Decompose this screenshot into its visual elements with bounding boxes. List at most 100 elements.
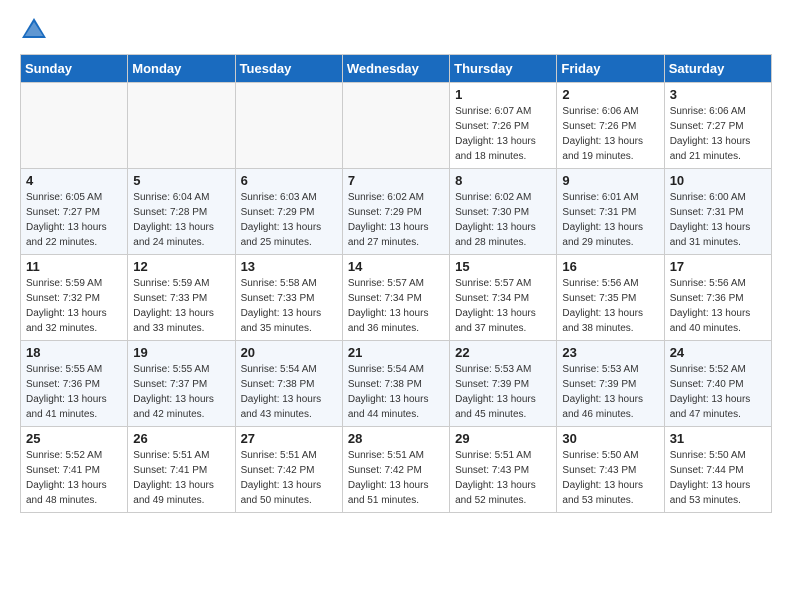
- header-day-wednesday: Wednesday: [342, 55, 449, 83]
- day-info: Sunrise: 5:51 AMSunset: 7:42 PMDaylight:…: [241, 448, 337, 508]
- calendar-cell: 16 Sunrise: 5:56 AMSunset: 7:35 PMDayligh…: [557, 255, 664, 341]
- calendar-cell: 6 Sunrise: 6:03 AMSunset: 7:29 PMDaylight…: [235, 169, 342, 255]
- day-info: Sunrise: 5:52 AMSunset: 7:40 PMDaylight:…: [670, 362, 766, 422]
- calendar-cell: 8Sunrise: 6:02 AMSunset: 7:30 PMDaylight…: [450, 169, 557, 255]
- calendar-cell: 24 Sunrise: 5:52 AMSunset: 7:40 PMDayligh…: [664, 341, 771, 427]
- calendar-cell: 22Sunrise: 5:53 AMSunset: 7:39 PMDayligh…: [450, 341, 557, 427]
- day-info: Sunrise: 5:54 AMSunset: 7:38 PMDaylight:…: [348, 362, 444, 422]
- day-number: 7: [348, 173, 444, 188]
- calendar-cell: [21, 83, 128, 169]
- calendar-cell: 31Sunrise: 5:50 AMSunset: 7:44 PMDayligh…: [664, 427, 771, 513]
- day-info: Sunrise: 5:51 AMSunset: 7:43 PMDaylight:…: [455, 448, 551, 508]
- calendar-cell: 25 Sunrise: 5:52 AMSunset: 7:41 PMDayligh…: [21, 427, 128, 513]
- day-number: 30: [562, 431, 658, 446]
- calendar-cell: 2 Sunrise: 6:06 AMSunset: 7:26 PMDaylight…: [557, 83, 664, 169]
- day-number: 12: [133, 259, 229, 274]
- calendar-cell: 1 Sunrise: 6:07 AMSunset: 7:26 PMDaylight…: [450, 83, 557, 169]
- day-info: Sunrise: 5:57 AMSunset: 7:34 PMDaylight:…: [455, 276, 551, 336]
- day-info: Sunrise: 6:02 AMSunset: 7:30 PMDaylight:…: [455, 190, 551, 250]
- day-info: Sunrise: 6:00 AMSunset: 7:31 PMDaylight:…: [670, 190, 766, 250]
- day-number: 28: [348, 431, 444, 446]
- day-number: 24: [670, 345, 766, 360]
- day-info: Sunrise: 6:02 AMSunset: 7:29 PMDaylight:…: [348, 190, 444, 250]
- day-info: Sunrise: 6:06 AMSunset: 7:26 PMDaylight:…: [562, 104, 658, 164]
- calendar-cell: 30 Sunrise: 5:50 AMSunset: 7:43 PMDayligh…: [557, 427, 664, 513]
- calendar-cell: [128, 83, 235, 169]
- header-row: SundayMondayTuesdayWednesdayThursdayFrid…: [21, 55, 772, 83]
- calendar-cell: 13Sunrise: 5:58 AMSunset: 7:33 PMDayligh…: [235, 255, 342, 341]
- week-row-4: 18 Sunrise: 5:55 AMSunset: 7:36 PMDayligh…: [21, 341, 772, 427]
- logo: [20, 16, 52, 44]
- calendar-cell: 9 Sunrise: 6:01 AMSunset: 7:31 PMDaylight…: [557, 169, 664, 255]
- day-number: 11: [26, 259, 122, 274]
- day-info: Sunrise: 5:55 AMSunset: 7:37 PMDaylight:…: [133, 362, 229, 422]
- calendar-cell: 7 Sunrise: 6:02 AMSunset: 7:29 PMDaylight…: [342, 169, 449, 255]
- day-info: Sunrise: 5:53 AMSunset: 7:39 PMDaylight:…: [562, 362, 658, 422]
- header-day-friday: Friday: [557, 55, 664, 83]
- day-number: 16: [562, 259, 658, 274]
- calendar-table: SundayMondayTuesdayWednesdayThursdayFrid…: [20, 54, 772, 513]
- day-info: Sunrise: 6:04 AMSunset: 7:28 PMDaylight:…: [133, 190, 229, 250]
- calendar-cell: 19 Sunrise: 5:55 AMSunset: 7:37 PMDayligh…: [128, 341, 235, 427]
- day-number: 2: [562, 87, 658, 102]
- calendar-cell: 14 Sunrise: 5:57 AMSunset: 7:34 PMDayligh…: [342, 255, 449, 341]
- calendar-cell: [342, 83, 449, 169]
- day-number: 29: [455, 431, 551, 446]
- header: [20, 16, 772, 44]
- week-row-2: 4 Sunrise: 6:05 AMSunset: 7:27 PMDaylight…: [21, 169, 772, 255]
- calendar-cell: 4 Sunrise: 6:05 AMSunset: 7:27 PMDaylight…: [21, 169, 128, 255]
- day-number: 26: [133, 431, 229, 446]
- calendar-cell: 15Sunrise: 5:57 AMSunset: 7:34 PMDayligh…: [450, 255, 557, 341]
- calendar-cell: 3Sunrise: 6:06 AMSunset: 7:27 PMDaylight…: [664, 83, 771, 169]
- day-info: Sunrise: 5:51 AMSunset: 7:42 PMDaylight:…: [348, 448, 444, 508]
- calendar-cell: 18 Sunrise: 5:55 AMSunset: 7:36 PMDayligh…: [21, 341, 128, 427]
- calendar-cell: 29 Sunrise: 5:51 AMSunset: 7:43 PMDayligh…: [450, 427, 557, 513]
- day-info: Sunrise: 5:56 AMSunset: 7:36 PMDaylight:…: [670, 276, 766, 336]
- day-number: 19: [133, 345, 229, 360]
- day-number: 20: [241, 345, 337, 360]
- header-day-monday: Monday: [128, 55, 235, 83]
- day-number: 14: [348, 259, 444, 274]
- page: SundayMondayTuesdayWednesdayThursdayFrid…: [0, 0, 792, 533]
- day-number: 18: [26, 345, 122, 360]
- day-number: 9: [562, 173, 658, 188]
- day-info: Sunrise: 6:01 AMSunset: 7:31 PMDaylight:…: [562, 190, 658, 250]
- calendar-cell: 21 Sunrise: 5:54 AMSunset: 7:38 PMDayligh…: [342, 341, 449, 427]
- day-info: Sunrise: 6:03 AMSunset: 7:29 PMDaylight:…: [241, 190, 337, 250]
- header-day-saturday: Saturday: [664, 55, 771, 83]
- day-info: Sunrise: 5:53 AMSunset: 7:39 PMDaylight:…: [455, 362, 551, 422]
- day-info: Sunrise: 5:52 AMSunset: 7:41 PMDaylight:…: [26, 448, 122, 508]
- day-info: Sunrise: 5:55 AMSunset: 7:36 PMDaylight:…: [26, 362, 122, 422]
- calendar-cell: 23Sunrise: 5:53 AMSunset: 7:39 PMDayligh…: [557, 341, 664, 427]
- calendar-cell: 12 Sunrise: 5:59 AMSunset: 7:33 PMDayligh…: [128, 255, 235, 341]
- day-number: 1: [455, 87, 551, 102]
- day-info: Sunrise: 5:56 AMSunset: 7:35 PMDaylight:…: [562, 276, 658, 336]
- day-number: 6: [241, 173, 337, 188]
- day-number: 27: [241, 431, 337, 446]
- day-info: Sunrise: 6:05 AMSunset: 7:27 PMDaylight:…: [26, 190, 122, 250]
- day-info: Sunrise: 5:50 AMSunset: 7:43 PMDaylight:…: [562, 448, 658, 508]
- header-day-thursday: Thursday: [450, 55, 557, 83]
- calendar-cell: 20 Sunrise: 5:54 AMSunset: 7:38 PMDayligh…: [235, 341, 342, 427]
- day-number: 13: [241, 259, 337, 274]
- day-info: Sunrise: 6:07 AMSunset: 7:26 PMDaylight:…: [455, 104, 551, 164]
- week-row-1: 1 Sunrise: 6:07 AMSunset: 7:26 PMDaylight…: [21, 83, 772, 169]
- header-day-sunday: Sunday: [21, 55, 128, 83]
- calendar-cell: 10 Sunrise: 6:00 AMSunset: 7:31 PMDayligh…: [664, 169, 771, 255]
- calendar-cell: 26Sunrise: 5:51 AMSunset: 7:41 PMDayligh…: [128, 427, 235, 513]
- header-day-tuesday: Tuesday: [235, 55, 342, 83]
- calendar-cell: 28 Sunrise: 5:51 AMSunset: 7:42 PMDayligh…: [342, 427, 449, 513]
- week-row-5: 25 Sunrise: 5:52 AMSunset: 7:41 PMDayligh…: [21, 427, 772, 513]
- day-info: Sunrise: 5:59 AMSunset: 7:33 PMDaylight:…: [133, 276, 229, 336]
- day-number: 17: [670, 259, 766, 274]
- day-info: Sunrise: 5:54 AMSunset: 7:38 PMDaylight:…: [241, 362, 337, 422]
- day-number: 21: [348, 345, 444, 360]
- day-info: Sunrise: 5:57 AMSunset: 7:34 PMDaylight:…: [348, 276, 444, 336]
- day-number: 25: [26, 431, 122, 446]
- day-number: 4: [26, 173, 122, 188]
- day-number: 10: [670, 173, 766, 188]
- day-info: Sunrise: 5:59 AMSunset: 7:32 PMDaylight:…: [26, 276, 122, 336]
- calendar-cell: [235, 83, 342, 169]
- day-info: Sunrise: 5:50 AMSunset: 7:44 PMDaylight:…: [670, 448, 766, 508]
- logo-icon: [20, 16, 48, 44]
